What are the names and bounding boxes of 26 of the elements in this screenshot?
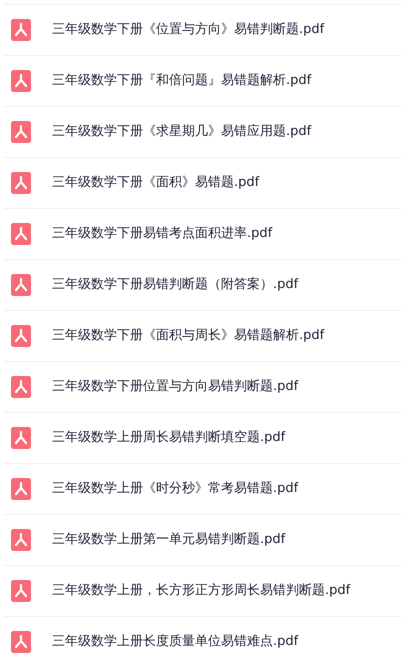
file-name[interactable]: 三年级数学下册易错考点面积进率.pdf	[52, 224, 272, 244]
file-name[interactable]: 三年级数学下册《求星期几》易错应用题.pdf	[52, 122, 312, 142]
file-name[interactable]: 三年级数学下册易错判断题（附答案）.pdf	[52, 275, 298, 295]
file-name[interactable]: 三年级数学下册《面积与周长》易错题解析.pdf	[52, 326, 324, 346]
file-name[interactable]: 三年级数学下册位置与方向易错判断题.pdf	[52, 377, 298, 397]
pdf-icon	[11, 223, 31, 245]
file-name[interactable]: 三年级数学上册第一单元易错判断题.pdf	[52, 530, 286, 550]
file-name[interactable]: 三年级数学下册《面积》易错题.pdf	[52, 173, 260, 193]
pdf-icon	[11, 121, 31, 143]
pdf-icon	[11, 478, 31, 500]
pdf-icon	[11, 427, 31, 449]
pdf-icon	[11, 70, 31, 92]
pdf-icon	[11, 19, 31, 41]
pdf-icon	[11, 580, 31, 602]
file-name[interactable]: 三年级数学上册周长易错判断填空题.pdf	[52, 428, 286, 448]
pdf-icon	[11, 529, 31, 551]
file-name[interactable]: 三年级数学下册《位置与方向》易错判断题.pdf	[52, 20, 324, 40]
pdf-icon	[11, 376, 31, 398]
pdf-icon	[11, 631, 31, 653]
file-name[interactable]: 三年级数学上册长度质量单位易错难点.pdf	[52, 632, 298, 652]
file-name[interactable]: 三年级数学下册『和倍问题』易错题解析.pdf	[52, 71, 312, 91]
file-name[interactable]: 三年级数学上册，长方形正方形周长易错判断题.pdf	[52, 581, 350, 601]
pdf-icon	[11, 274, 31, 296]
pdf-icon	[11, 172, 31, 194]
pdf-icon	[11, 325, 31, 347]
file-name[interactable]: 三年级数学上册《时分秒》常考易错题.pdf	[52, 479, 298, 499]
